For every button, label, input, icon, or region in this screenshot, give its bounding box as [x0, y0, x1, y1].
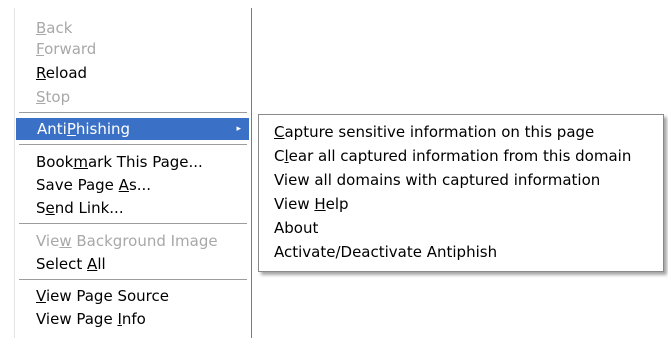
menu-item-bookmark-page[interactable]: Bookmark This Page...: [15, 151, 251, 173]
menu-item-stop[interactable]: Stop: [15, 86, 251, 108]
menu-item-view-page-source[interactable]: View Page Source: [15, 285, 251, 307]
submenu-item-activate-deactivate[interactable]: Activate/Deactivate Antiphish: [259, 241, 663, 263]
chevron-right-icon: ▸: [236, 124, 241, 134]
menu-separator: [19, 223, 247, 225]
submenu-item-about[interactable]: About: [259, 217, 663, 239]
antiphishing-submenu: Capture sensitive information on this pa…: [258, 114, 664, 272]
menu-item-forward[interactable]: Forward: [15, 38, 251, 60]
menu-item-antiphishing[interactable]: AntiPhishing ▸: [16, 118, 249, 140]
submenu-item-capture-info[interactable]: Capture sensitive information on this pa…: [259, 121, 663, 143]
menu-item-view-page-info[interactable]: View Page Info: [15, 308, 251, 330]
submenu-item-clear-info[interactable]: Clear all captured information from this…: [259, 145, 663, 167]
menu-item-back[interactable]: Back: [15, 17, 251, 39]
menu-item-reload[interactable]: Reload: [15, 62, 251, 84]
menu-item-send-link[interactable]: Send Link...: [15, 197, 251, 219]
menu-item-view-background-image[interactable]: View Background Image: [15, 230, 251, 252]
menu-separator: [19, 279, 247, 281]
menu-separator: [19, 112, 247, 114]
menu-item-save-page-as[interactable]: Save Page As...: [15, 174, 251, 196]
context-menu: Back Forward Reload Stop AntiPhishing ▸ B…: [14, 8, 252, 338]
menu-separator: [19, 144, 247, 146]
submenu-item-view-help[interactable]: View Help: [259, 193, 663, 215]
menu-item-select-all[interactable]: Select All: [15, 253, 251, 275]
submenu-item-view-domains[interactable]: View all domains with captured informati…: [259, 169, 663, 191]
